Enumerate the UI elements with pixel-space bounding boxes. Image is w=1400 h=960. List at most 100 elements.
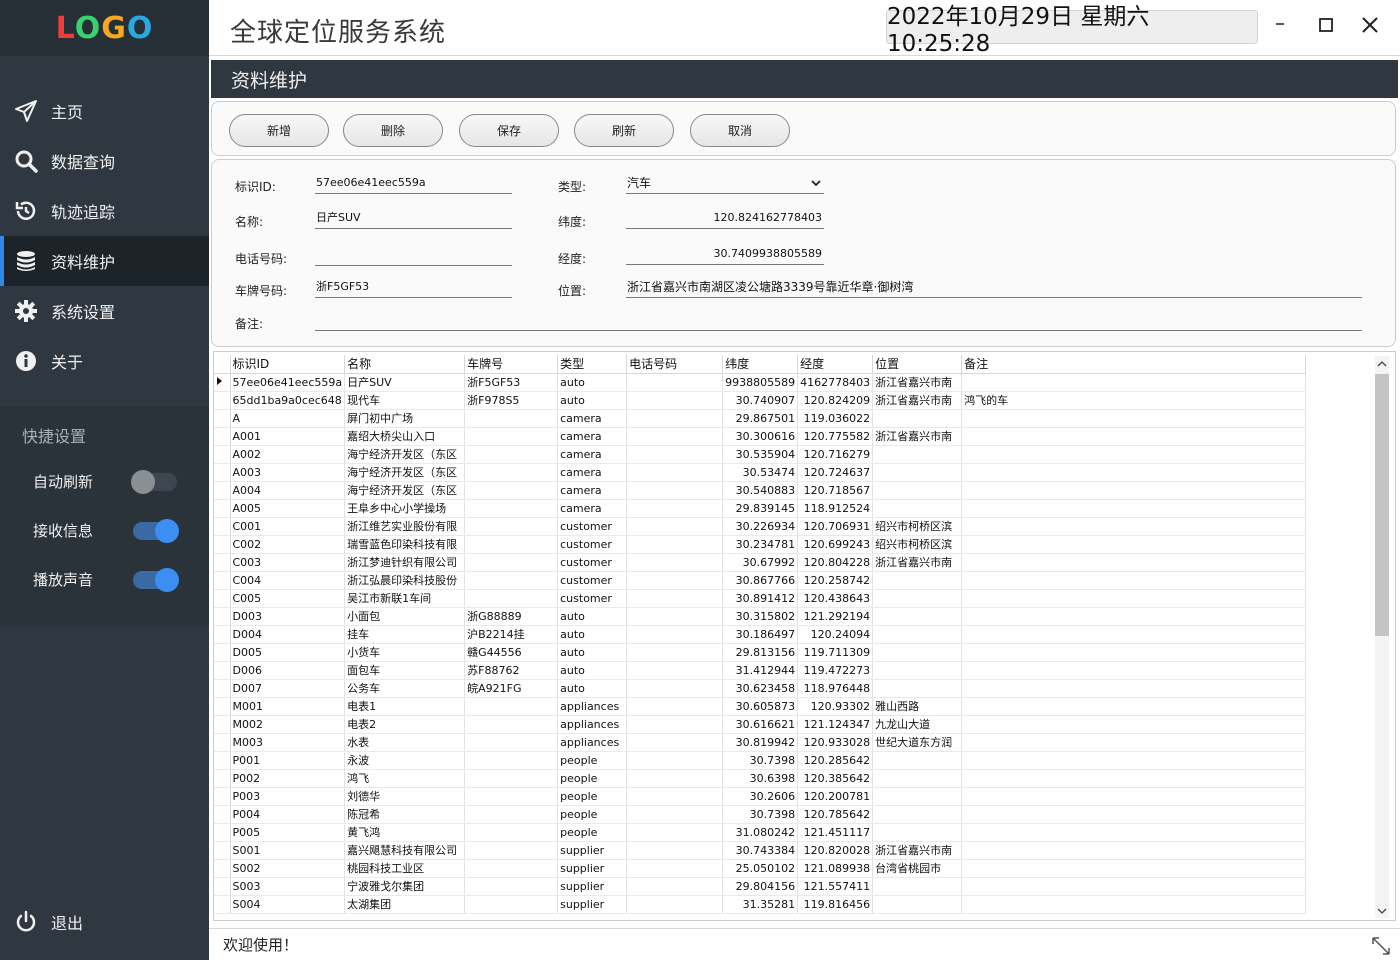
- exit-button[interactable]: 退出: [14, 910, 83, 934]
- table-cell[interactable]: 118.976448: [797, 679, 874, 698]
- table-cell[interactable]: 浙F978S5: [464, 391, 559, 410]
- table-cell[interactable]: 120.775582: [797, 427, 874, 446]
- table-cell[interactable]: 30.623458: [722, 679, 799, 698]
- table-cell[interactable]: 120.804228: [797, 553, 874, 572]
- table-cell[interactable]: [961, 607, 1307, 626]
- table-cell[interactable]: [961, 805, 1307, 824]
- table-row[interactable]: D003 小面包 浙G88889 auto 30.315802 121.292194: [214, 607, 1307, 626]
- table-cell[interactable]: 浙江省嘉兴市南: [872, 427, 963, 446]
- row-header[interactable]: [214, 409, 231, 428]
- table-cell[interactable]: [626, 571, 724, 590]
- table-cell[interactable]: auto: [557, 643, 628, 662]
- table-cell[interactable]: [464, 445, 559, 464]
- table-cell[interactable]: 121.557411: [797, 877, 874, 896]
- table-cell[interactable]: supplier: [557, 895, 628, 914]
- table-row[interactable]: D005 小货车 赣G44556 auto 29.813156 119.711309: [214, 643, 1307, 662]
- table-row[interactable]: D004 挂车 沪B2214挂 auto 30.186497 120.24094: [214, 625, 1307, 644]
- table-cell[interactable]: 30.186497: [722, 625, 799, 644]
- table-cell[interactable]: 挂车: [344, 625, 466, 644]
- table-cell[interactable]: 31.35281: [722, 895, 799, 914]
- table-cell[interactable]: 119.472273: [797, 661, 874, 680]
- table-cell[interactable]: 雅山西路: [872, 697, 963, 716]
- table-cell[interactable]: 面包车: [344, 661, 466, 680]
- table-cell[interactable]: [626, 769, 724, 788]
- table-cell[interactable]: 30.743384: [722, 841, 799, 860]
- row-header[interactable]: [214, 571, 231, 590]
- column-header[interactable]: 纬度: [722, 355, 799, 374]
- table-cell[interactable]: 120.824209: [797, 391, 874, 410]
- table-row[interactable]: A002 海宁经济开发区（东区 camera 30.535904 120.716279: [214, 445, 1307, 464]
- table-cell[interactable]: 120.785642: [797, 805, 874, 824]
- table-cell[interactable]: 30.53474: [722, 463, 799, 482]
- vertical-scrollbar[interactable]: [1375, 356, 1389, 918]
- table-row[interactable]: A 屏门初中广场 camera 29.867501 119.036022: [214, 409, 1307, 428]
- table-cell[interactable]: [872, 787, 963, 806]
- table-cell[interactable]: 浙江梦迪针织有限公司: [344, 553, 466, 572]
- table-cell[interactable]: S001: [230, 841, 346, 860]
- table-cell[interactable]: M003: [230, 733, 346, 752]
- table-cell[interactable]: 30.819942: [722, 733, 799, 752]
- column-header[interactable]: 类型: [557, 355, 628, 374]
- table-cell[interactable]: [872, 661, 963, 680]
- column-header[interactable]: 车牌号: [464, 355, 559, 374]
- table-cell[interactable]: 太湖集团: [344, 895, 466, 914]
- table-cell[interactable]: 119.036022: [797, 409, 874, 428]
- table-cell[interactable]: 65dd1ba9a0cec648: [230, 391, 346, 410]
- table-cell[interactable]: [961, 751, 1307, 770]
- row-header[interactable]: [214, 427, 231, 446]
- table-cell[interactable]: 120.285642: [797, 751, 874, 770]
- table-cell[interactable]: 浙江省嘉兴市南: [872, 841, 963, 860]
- column-header[interactable]: 名称: [344, 355, 466, 374]
- table-cell[interactable]: 30.540883: [722, 481, 799, 500]
- table-cell[interactable]: 120.706931: [797, 517, 874, 536]
- table-cell[interactable]: C004: [230, 571, 346, 590]
- table-cell[interactable]: [961, 643, 1307, 662]
- row-header[interactable]: [214, 625, 231, 644]
- table-cell[interactable]: camera: [557, 481, 628, 500]
- nav-item-track[interactable]: 轨迹追踪: [0, 186, 209, 236]
- row-header[interactable]: [214, 769, 231, 788]
- table-cell[interactable]: [872, 445, 963, 464]
- table-cell[interactable]: [626, 877, 724, 896]
- scroll-down-icon[interactable]: [1377, 901, 1387, 920]
- table-cell[interactable]: 120.93302: [797, 697, 874, 716]
- table-cell[interactable]: [872, 877, 963, 896]
- table-cell[interactable]: [626, 679, 724, 698]
- table-cell[interactable]: auto: [557, 391, 628, 410]
- table-cell[interactable]: 4162778403: [797, 373, 874, 392]
- table-cell[interactable]: 宁波雅戈尔集团: [344, 877, 466, 896]
- table-cell[interactable]: 世纪大道东方润: [872, 733, 963, 752]
- table-cell[interactable]: [961, 589, 1307, 608]
- table-cell[interactable]: [961, 409, 1307, 428]
- row-header[interactable]: [214, 697, 231, 716]
- table-cell[interactable]: 29.804156: [722, 877, 799, 896]
- table-row[interactable]: P001 永波 people 30.7398 120.285642: [214, 751, 1307, 770]
- row-header[interactable]: [214, 553, 231, 572]
- table-cell[interactable]: 屏门初中广场: [344, 409, 466, 428]
- row-header[interactable]: [214, 715, 231, 734]
- table-cell[interactable]: 嘉兴飓慧科技有限公司: [344, 841, 466, 860]
- table-row[interactable]: A001 嘉绍大桥尖山入口 camera 30.300616 120.775582 浙江省…: [214, 427, 1307, 446]
- table-cell[interactable]: 海宁经济开发区（东区: [344, 445, 466, 464]
- table-row[interactable]: A005 王阜乡中心小学操场 camera 29.839145 118.912524: [214, 499, 1307, 518]
- table-row[interactable]: 65dd1ba9a0cec648 现代车 浙F978S5 auto 30.740907 1…: [214, 391, 1307, 410]
- table-cell[interactable]: [626, 535, 724, 554]
- table-cell[interactable]: [961, 481, 1307, 500]
- table-cell[interactable]: people: [557, 823, 628, 842]
- table-cell[interactable]: 29.813156: [722, 643, 799, 662]
- table-cell[interactable]: 118.912524: [797, 499, 874, 518]
- table-cell[interactable]: camera: [557, 499, 628, 518]
- table-cell[interactable]: [626, 373, 724, 392]
- table-cell[interactable]: C002: [230, 535, 346, 554]
- table-cell[interactable]: 小货车: [344, 643, 466, 662]
- table-cell[interactable]: [464, 787, 559, 806]
- table-cell[interactable]: [464, 823, 559, 842]
- column-header[interactable]: 位置: [872, 355, 963, 374]
- table-cell[interactable]: 永波: [344, 751, 466, 770]
- plate-field[interactable]: 浙F5GF53: [315, 278, 512, 298]
- table-cell[interactable]: 30.226934: [722, 517, 799, 536]
- table-cell[interactable]: [872, 769, 963, 788]
- table-cell[interactable]: 30.605873: [722, 697, 799, 716]
- table-cell[interactable]: camera: [557, 463, 628, 482]
- scroll-up-icon[interactable]: [1377, 354, 1387, 373]
